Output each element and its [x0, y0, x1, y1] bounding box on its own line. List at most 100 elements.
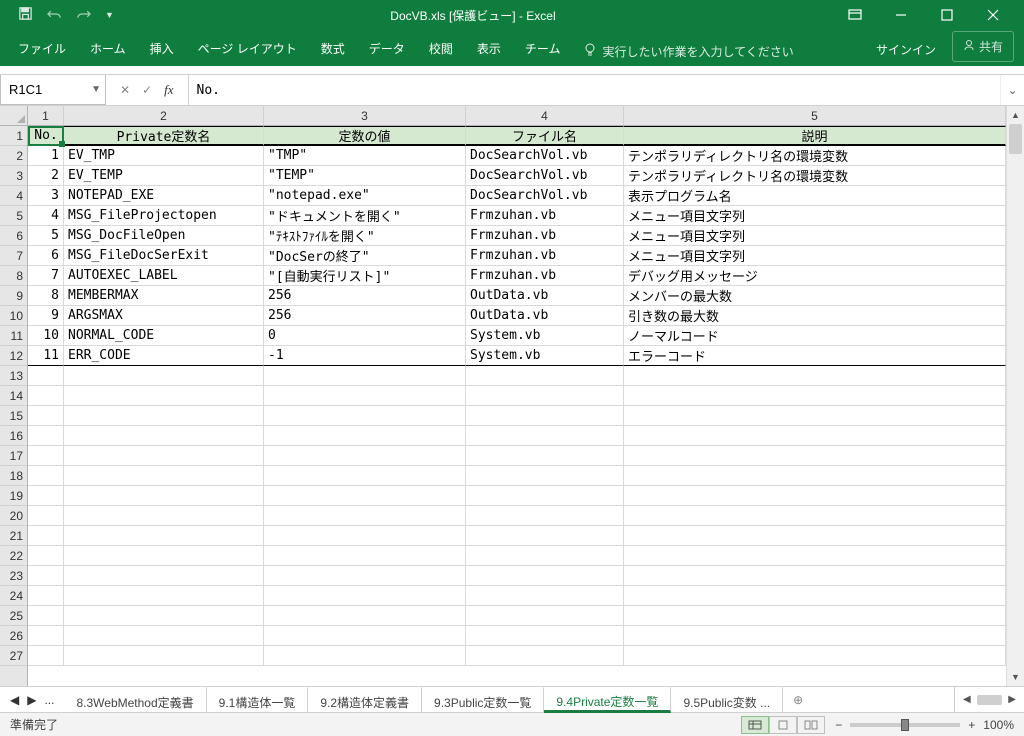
cell[interactable]: 7 [28, 266, 64, 286]
cell[interactable]: Frmzuhan.vb [466, 266, 624, 286]
row-header[interactable]: 3 [0, 166, 27, 186]
cell[interactable] [264, 646, 466, 666]
cell[interactable]: 0 [264, 326, 466, 346]
column-header[interactable]: 5 [624, 106, 1006, 125]
cell[interactable] [64, 406, 264, 426]
cell[interactable]: 表示プログラム名 [624, 186, 1006, 206]
cell[interactable] [466, 446, 624, 466]
cell[interactable]: 2 [28, 166, 64, 186]
cell[interactable]: 256 [264, 286, 466, 306]
cell[interactable] [264, 386, 466, 406]
cell[interactable]: "ﾃｷｽﾄﾌｧｲﾙを開く" [264, 226, 466, 246]
cell[interactable] [64, 646, 264, 666]
cell[interactable]: メンバーの最大数 [624, 286, 1006, 306]
row-header[interactable]: 6 [0, 226, 27, 246]
row-header[interactable]: 23 [0, 566, 27, 586]
sheet-tab[interactable]: 9.4Private定数一覧 [544, 687, 671, 713]
save-icon[interactable] [18, 6, 33, 24]
cell[interactable] [28, 606, 64, 626]
zoom-slider[interactable] [850, 723, 960, 727]
cell[interactable] [28, 386, 64, 406]
cell[interactable] [28, 566, 64, 586]
cell[interactable]: 9 [28, 306, 64, 326]
cell[interactable] [624, 626, 1006, 646]
zoom-level[interactable]: 100% [983, 718, 1014, 732]
cell[interactable] [64, 466, 264, 486]
cell[interactable] [64, 366, 264, 386]
scroll-thumb[interactable] [1009, 124, 1022, 154]
row-header[interactable]: 14 [0, 386, 27, 406]
cell[interactable] [64, 386, 264, 406]
cell[interactable]: MEMBERMAX [64, 286, 264, 306]
cell[interactable]: MSG_FileDocSerExit [64, 246, 264, 266]
hscroll-right-icon[interactable]: ▶ [1008, 694, 1016, 705]
cell[interactable]: 5 [28, 226, 64, 246]
fx-icon[interactable]: fx [164, 82, 173, 98]
tab-view[interactable]: 表示 [465, 32, 513, 66]
cell[interactable]: MSG_DocFileOpen [64, 226, 264, 246]
tab-pagelayout[interactable]: ページ レイアウト [186, 32, 309, 66]
redo-icon[interactable] [76, 7, 91, 24]
column-header[interactable]: 2 [64, 106, 264, 125]
cell[interactable] [624, 486, 1006, 506]
minimize-button[interactable] [878, 0, 924, 30]
cell[interactable] [624, 446, 1006, 466]
row-header[interactable]: 25 [0, 606, 27, 626]
row-header[interactable]: 18 [0, 466, 27, 486]
undo-icon[interactable] [47, 7, 62, 24]
select-all-corner[interactable] [0, 106, 28, 126]
cell[interactable] [264, 546, 466, 566]
cell[interactable]: NOTEPAD_EXE [64, 186, 264, 206]
cell[interactable]: 1 [28, 146, 64, 166]
sheet-more-label[interactable]: ... [44, 693, 54, 707]
cell[interactable]: "ドキュメントを開く" [264, 206, 466, 226]
cell[interactable]: -1 [264, 346, 466, 366]
cell[interactable] [28, 526, 64, 546]
cell[interactable] [624, 386, 1006, 406]
tab-review[interactable]: 校閲 [417, 32, 465, 66]
cell[interactable]: 3 [28, 186, 64, 206]
vertical-scrollbar[interactable]: ▲ ▼ [1006, 106, 1024, 686]
cell[interactable]: 11 [28, 346, 64, 366]
cell[interactable] [624, 406, 1006, 426]
cell[interactable]: Private定数名 [64, 126, 264, 146]
cell[interactable] [264, 586, 466, 606]
share-button[interactable]: 共有 [952, 31, 1014, 62]
cell[interactable] [28, 426, 64, 446]
column-header[interactable]: 1 [28, 106, 64, 125]
cell[interactable]: EV_TMP [64, 146, 264, 166]
cell[interactable] [466, 466, 624, 486]
sheet-tab[interactable]: 9.2構造体定義書 [308, 687, 422, 712]
row-header[interactable]: 26 [0, 626, 27, 646]
formula-input[interactable]: No. [189, 75, 1000, 105]
row-header[interactable]: 13 [0, 366, 27, 386]
cells-area[interactable]: No.Private定数名定数の値ファイル名説明1EV_TMP"TMP"DocS… [28, 126, 1006, 686]
sheet-tab[interactable]: 8.3WebMethod定義書 [64, 687, 206, 712]
cell[interactable]: メニュー項目文字列 [624, 206, 1006, 226]
hscroll-left-icon[interactable]: ◀ [963, 694, 971, 705]
normal-view-icon[interactable] [741, 716, 769, 734]
chevron-down-icon[interactable]: ▼ [91, 84, 101, 95]
cell[interactable]: テンポラリディレクトリ名の環境変数 [624, 146, 1006, 166]
cell[interactable]: ARGSMAX [64, 306, 264, 326]
cell[interactable]: エラーコード [624, 346, 1006, 366]
close-button[interactable] [970, 0, 1016, 30]
cell[interactable] [624, 506, 1006, 526]
cell[interactable] [624, 646, 1006, 666]
column-header[interactable]: 3 [264, 106, 466, 125]
cell[interactable]: DocSearchVol.vb [466, 166, 624, 186]
cell[interactable] [64, 606, 264, 626]
cell[interactable]: ファイル名 [466, 126, 624, 146]
cell[interactable] [264, 366, 466, 386]
cell[interactable] [64, 546, 264, 566]
cell[interactable] [466, 426, 624, 446]
column-header[interactable]: 4 [466, 106, 624, 125]
cell[interactable]: 256 [264, 306, 466, 326]
cell[interactable] [624, 526, 1006, 546]
cell[interactable] [264, 446, 466, 466]
cell[interactable]: メニュー項目文字列 [624, 226, 1006, 246]
cell[interactable] [64, 506, 264, 526]
add-sheet-button[interactable]: ⊕ [783, 687, 813, 712]
cell[interactable]: "DocSerの終了" [264, 246, 466, 266]
cell[interactable]: System.vb [466, 326, 624, 346]
